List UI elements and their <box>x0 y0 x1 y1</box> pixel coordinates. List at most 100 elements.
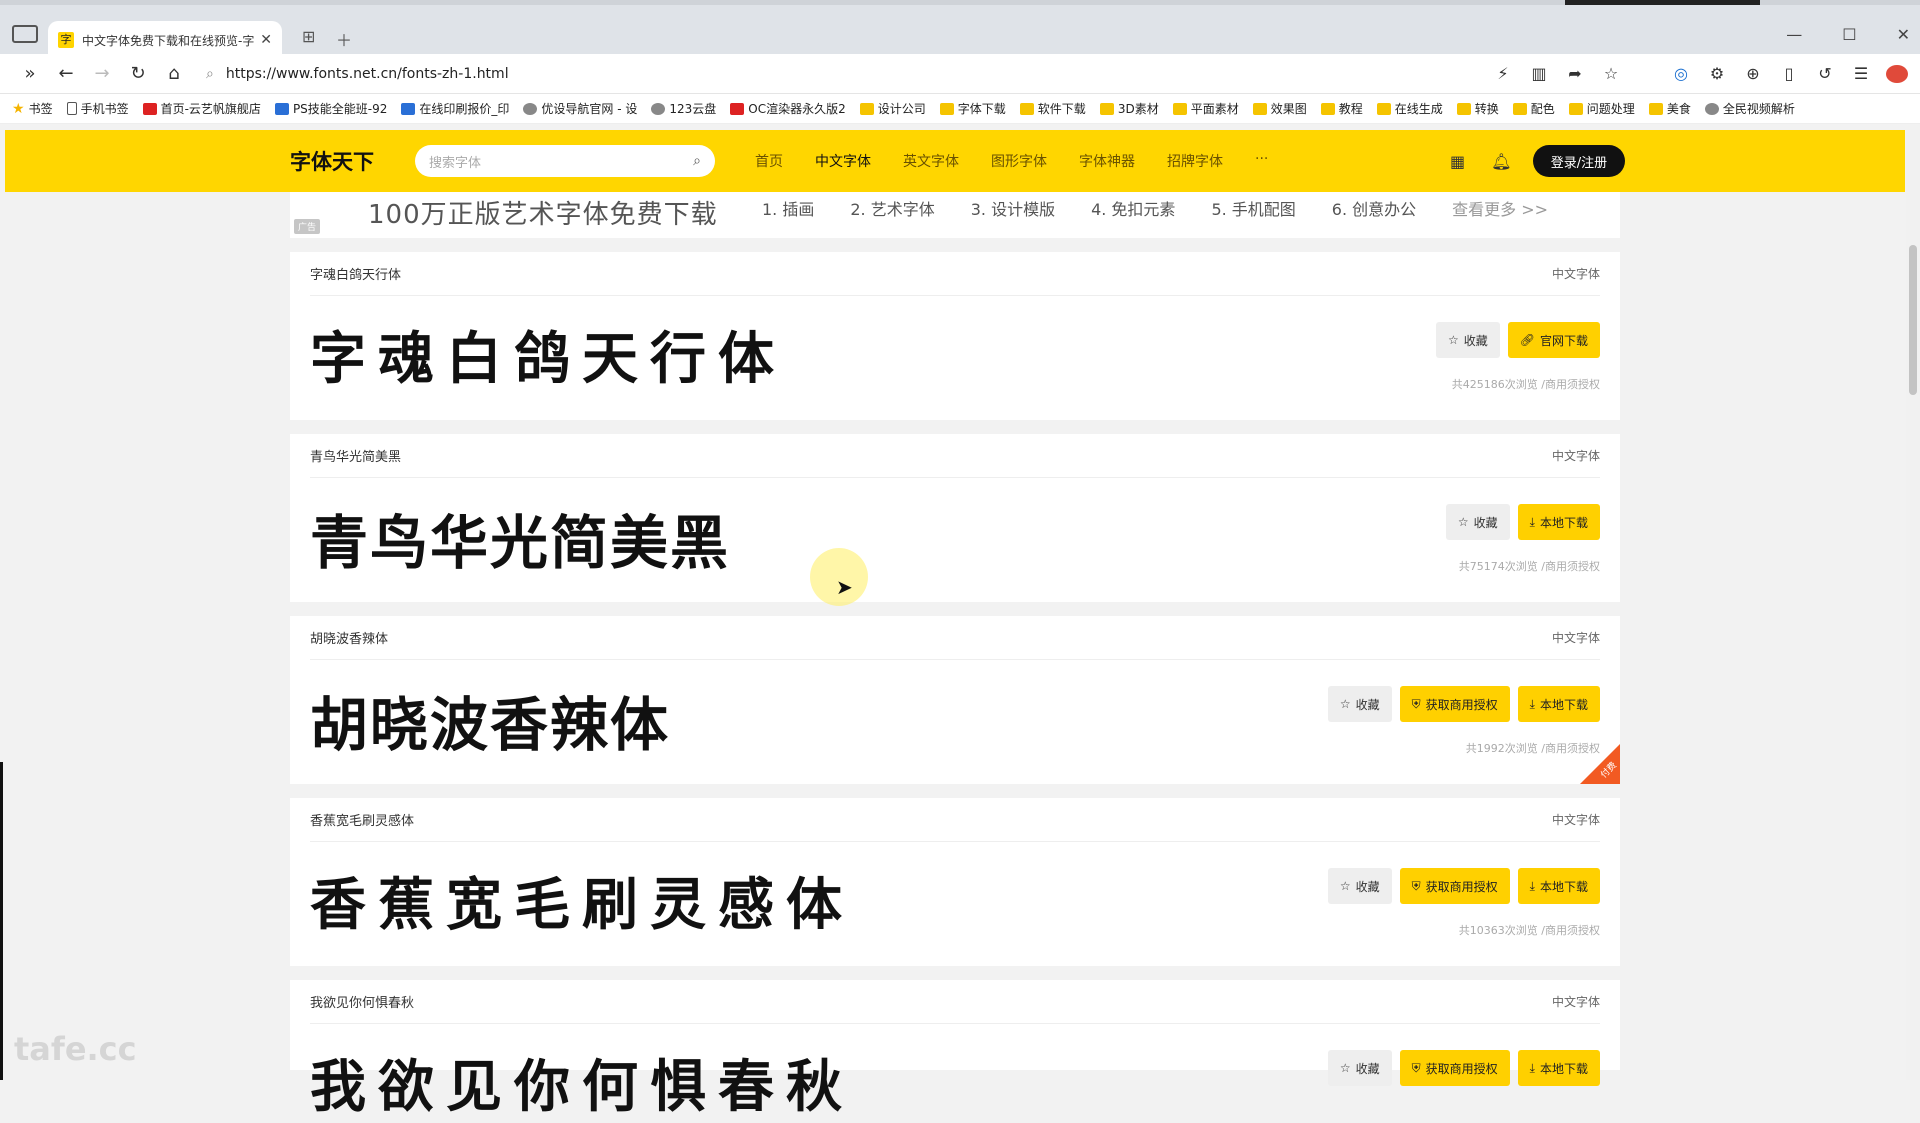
bookmark-item[interactable]: 效果图 <box>1252 100 1307 117</box>
grid-app-icon[interactable]: ▦ <box>1450 152 1465 171</box>
bookmark-item[interactable]: 字体下载 <box>939 100 1006 117</box>
tab-group-icon[interactable]: ⊞ <box>302 27 315 46</box>
ad-banner[interactable]: 广告 100万正版艺术字体免费下载 1. 插画 2. 艺术字体 3. 设计模版 4. … <box>290 192 1620 238</box>
download-button[interactable]: ⤓ 本地下载 <box>1517 504 1600 540</box>
search-engine-icon[interactable]: ◎ <box>1670 64 1692 83</box>
ad-headline[interactable]: 100万正版艺术字体免费下载 <box>368 194 718 231</box>
favorite-button[interactable]: ☆ 收藏 <box>1327 868 1392 904</box>
search-icon[interactable]: ⌕ <box>693 153 701 169</box>
nav-item[interactable]: 中文字体 <box>815 151 871 171</box>
font-name[interactable]: 我欲见你何惧春秋 <box>310 992 414 1011</box>
bookmark-item[interactable]: OC渲染器永久版2 <box>730 100 846 117</box>
ad-link[interactable]: 6. 创意办公 <box>1332 196 1416 220</box>
tab-close-icon[interactable]: ✕ <box>260 32 272 48</box>
bookmark-item[interactable]: ★ 书签 <box>12 100 53 117</box>
download-button[interactable]: ⤓ 本地下载 <box>1517 1050 1600 1086</box>
share-icon[interactable]: ➦ <box>1564 64 1586 83</box>
minimize-icon[interactable]: — <box>1786 25 1802 44</box>
font-name[interactable]: 香蕉宽毛刷灵感体 <box>310 810 414 829</box>
favorite-button[interactable]: ☆ 收藏 <box>1327 686 1392 722</box>
get-license-button[interactable]: ⛨ 获取商用授权 <box>1399 868 1510 904</box>
download-button[interactable]: 🔗︎ 官网下载 <box>1507 322 1600 358</box>
bookmark-item[interactable]: 123云盘 <box>651 100 716 117</box>
download-icon[interactable]: ⊕ <box>1742 64 1764 83</box>
ad-more-link[interactable]: 查看更多 >> <box>1452 196 1548 220</box>
download-button[interactable]: ⤓ 本地下载 <box>1517 868 1600 904</box>
font-category[interactable]: 中文字体 <box>1552 629 1600 646</box>
font-actions: ☆ 收藏 ⤓ 本地下载 <box>1445 504 1600 540</box>
window-close-icon[interactable]: ✕ <box>1897 25 1910 44</box>
ad-link[interactable]: 4. 免扣元素 <box>1091 196 1175 220</box>
nav-item[interactable]: ··· <box>1255 151 1268 171</box>
font-preview[interactable]: 胡晓波香辣体 <box>310 678 670 762</box>
scrollbar-thumb[interactable] <box>1909 245 1917 395</box>
url-field[interactable]: ⌕ https://www.fonts.net.cn/fonts-zh-1.ht… <box>206 66 1492 82</box>
bookmark-item[interactable]: 配色 <box>1512 100 1555 117</box>
bell-icon[interactable]: 🔔︎ <box>1491 152 1511 171</box>
lightning-icon[interactable]: ⚡ <box>1492 64 1514 83</box>
font-preview[interactable]: 我欲见你何惧春秋 <box>310 1042 854 1123</box>
bookmark-item[interactable]: 首页-云艺帆旗舰店 <box>142 100 261 117</box>
login-register-button[interactable]: 登录/注册 <box>1533 145 1625 177</box>
ad-link[interactable]: 2. 艺术字体 <box>850 196 934 220</box>
bookmark-item[interactable]: 教程 <box>1320 100 1363 117</box>
font-category[interactable]: 中文字体 <box>1552 811 1600 828</box>
bookmark-item[interactable]: 转换 <box>1456 100 1499 117</box>
favorite-button[interactable]: ☆ 收藏 <box>1435 322 1500 358</box>
nav-item[interactable]: 英文字体 <box>903 151 959 171</box>
favorite-button[interactable]: ☆ 收藏 <box>1445 504 1510 540</box>
bookmark-item[interactable]: 在线生成 <box>1376 100 1443 117</box>
profile-avatar[interactable] <box>1886 64 1908 83</box>
new-tab-icon[interactable]: ＋ <box>336 27 352 51</box>
bookmark-item[interactable]: 在线印刷报价_印 <box>401 100 509 117</box>
nav-item[interactable]: 图形字体 <box>991 151 1047 171</box>
nav-item[interactable]: 招牌字体 <box>1167 151 1223 171</box>
font-name[interactable]: 青鸟华光简美黑 <box>310 446 401 465</box>
bookmark-item[interactable]: 优设导航官网 - 设 <box>523 100 637 117</box>
font-preview[interactable]: 字魂白鸽天行体 <box>310 314 786 395</box>
extensions-icon[interactable]: ⚙ <box>1706 64 1728 83</box>
font-category[interactable]: 中文字体 <box>1552 993 1600 1010</box>
bookmark-item[interactable]: 美食 <box>1648 100 1691 117</box>
bookmark-item[interactable]: 3D素材 <box>1099 100 1159 117</box>
phone-icon[interactable]: ▯ <box>1778 64 1800 83</box>
ad-link[interactable]: 3. 设计模版 <box>971 196 1055 220</box>
site-header: 字体天下 搜索字体 ⌕ 首页 中文字体 英文字体 图形字体 字体神器 招牌字体 ··· ▦ … <box>5 130 1905 192</box>
maximize-icon[interactable]: ☐ <box>1842 25 1856 44</box>
get-license-button[interactable]: ⛨ 获取商用授权 <box>1399 686 1510 722</box>
browser-tab-active[interactable]: 字 中文字体免费下载和在线预览-字 ✕ <box>48 21 282 59</box>
bookmark-item[interactable]: 软件下载 <box>1019 100 1086 117</box>
download-button[interactable]: ⤓ 本地下载 <box>1517 686 1600 722</box>
font-preview[interactable]: 青鸟华光简美黑 <box>310 496 730 580</box>
font-search-input[interactable]: 搜索字体 ⌕ <box>415 145 715 177</box>
bookmark-item[interactable]: PS技能全能班-92 <box>274 100 387 117</box>
ad-link[interactable]: 1. 插画 <box>762 196 814 220</box>
ad-link[interactable]: 5. 手机配图 <box>1211 196 1295 220</box>
font-category[interactable]: 中文字体 <box>1552 265 1600 282</box>
font-name[interactable]: 胡晓波香辣体 <box>310 628 388 647</box>
favorite-button[interactable]: ☆ 收藏 <box>1327 1050 1392 1086</box>
reader-mode-icon[interactable]: ▥ <box>1528 64 1550 83</box>
bookmark-item[interactable]: 全民视频解析 <box>1704 100 1795 117</box>
bookmark-item[interactable]: 设计公司 <box>859 100 926 117</box>
sidebar-toggle-icon[interactable] <box>12 25 38 43</box>
favorite-star-icon[interactable]: ☆ <box>1600 64 1622 83</box>
site-logo[interactable]: 字体天下 <box>290 146 374 176</box>
expand-sidebar-icon[interactable]: » <box>12 63 48 84</box>
forward-icon[interactable]: → <box>84 63 120 84</box>
history-icon[interactable]: ↺ <box>1814 64 1836 83</box>
bookmark-item[interactable]: 问题处理 <box>1568 100 1635 117</box>
font-category[interactable]: 中文字体 <box>1552 447 1600 464</box>
font-name[interactable]: 字魂白鸽天行体 <box>310 264 401 283</box>
bookmark-item[interactable]: 手机书签 <box>66 100 129 117</box>
home-icon[interactable]: ⌂ <box>156 63 192 84</box>
reload-icon[interactable]: ↻ <box>120 63 156 84</box>
bookmark-item[interactable]: 平面素材 <box>1172 100 1239 117</box>
get-license-button[interactable]: ⛨ 获取商用授权 <box>1399 1050 1510 1086</box>
back-icon[interactable]: ← <box>48 63 84 84</box>
font-preview[interactable]: 香蕉宽毛刷灵感体 <box>310 860 854 941</box>
menu-icon[interactable]: ☰ <box>1850 64 1872 83</box>
page-scrollbar[interactable] <box>1906 130 1920 1080</box>
nav-item[interactable]: 首页 <box>755 151 783 171</box>
nav-item[interactable]: 字体神器 <box>1079 151 1135 171</box>
